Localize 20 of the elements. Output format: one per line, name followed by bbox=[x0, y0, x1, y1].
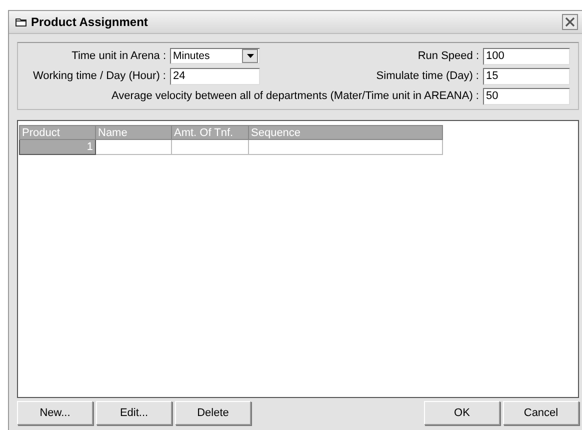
input-field[interactable]: 50 bbox=[483, 88, 570, 104]
window-icon bbox=[15, 17, 27, 27]
caret-icon bbox=[246, 54, 254, 58]
field-label: Simulate time (Day) : bbox=[376, 70, 479, 82]
time-unit-dropdown[interactable]: Minutes bbox=[170, 48, 260, 64]
field-label: Working time / Day (Hour) : bbox=[32, 70, 166, 82]
window-title: Product Assignment bbox=[31, 15, 149, 29]
dialog-button[interactable]: Delete bbox=[175, 401, 251, 425]
field-label: Average velocity between all of departments (Mater/Time unit in AREANA) : bbox=[112, 90, 479, 102]
table-cell: 1 bbox=[20, 140, 96, 154]
input-field[interactable]: 15 bbox=[483, 68, 570, 84]
dialog-button[interactable]: New... bbox=[17, 401, 93, 425]
dialog-button[interactable]: OK bbox=[424, 401, 500, 425]
dialog-button[interactable]: Edit... bbox=[96, 401, 172, 425]
input-field[interactable]: 100 bbox=[483, 48, 570, 64]
input-field[interactable]: 24 bbox=[170, 68, 260, 84]
field-label: Time unit in Arena : bbox=[72, 50, 166, 62]
field-label: Run Speed : bbox=[418, 50, 479, 62]
close-button[interactable] bbox=[562, 14, 578, 30]
dialog-button[interactable]: Cancel bbox=[503, 401, 579, 425]
